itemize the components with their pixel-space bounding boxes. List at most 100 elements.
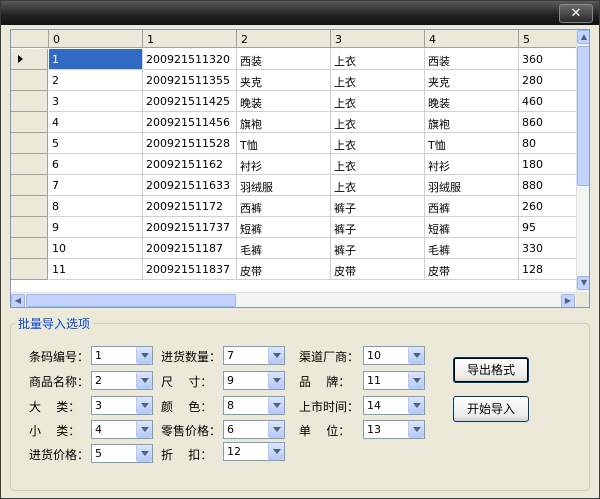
row-header[interactable] (11, 238, 48, 259)
column-header-3[interactable]: 3 (331, 30, 425, 48)
grid-cell[interactable]: 西装 (425, 49, 519, 70)
unit-select[interactable]: 13 (363, 420, 425, 439)
chevron-down-icon[interactable] (408, 421, 424, 438)
grid-cell[interactable]: 6 (49, 154, 143, 175)
grid-cell[interactable]: 860 (519, 112, 579, 133)
row-header[interactable] (11, 175, 48, 196)
grid-cell[interactable]: 毛裤 (425, 238, 519, 259)
chevron-down-icon[interactable] (136, 397, 152, 414)
grid-cell[interactable]: 200921511355 (143, 70, 237, 91)
grid-cell[interactable]: 羽绒服 (425, 175, 519, 196)
brand-select[interactable]: 11 (363, 371, 425, 390)
chevron-down-icon[interactable] (136, 421, 152, 438)
grid-cell[interactable]: 128 (519, 259, 579, 280)
scroll-right-icon[interactable]: ▶ (561, 294, 575, 307)
row-header[interactable] (11, 112, 48, 133)
grid-cell[interactable]: 260 (519, 196, 579, 217)
grid-cell[interactable]: 200921511456 (143, 112, 237, 133)
column-header-2[interactable]: 2 (237, 30, 331, 48)
grid-cell[interactable]: 8 (49, 196, 143, 217)
grid-cell[interactable]: 200921511737 (143, 217, 237, 238)
grid-cell[interactable]: 9 (49, 217, 143, 238)
row-header[interactable] (11, 133, 48, 154)
subcategory-select[interactable]: 4 (91, 420, 153, 439)
chevron-down-icon[interactable] (268, 443, 284, 460)
chevron-down-icon[interactable] (136, 347, 152, 364)
grid-cell[interactable]: 皮带 (331, 259, 425, 280)
column-header-0[interactable]: 0 (49, 30, 143, 48)
supplier-select[interactable]: 10 (363, 346, 425, 365)
grid-cell[interactable]: 280 (519, 70, 579, 91)
grid-cell[interactable]: 衬衫 (425, 154, 519, 175)
grid-cell[interactable]: 毛裤 (237, 238, 331, 259)
color-select[interactable]: 8 (223, 396, 285, 415)
chevron-down-icon[interactable] (136, 372, 152, 389)
grid-cell[interactable]: 裤子 (331, 238, 425, 259)
grid-cell[interactable]: 晚装 (237, 91, 331, 112)
grid-cell[interactable]: 西裤 (237, 196, 331, 217)
grid-cell[interactable]: 200921511633 (143, 175, 237, 196)
grid-cell[interactable]: 200921511425 (143, 91, 237, 112)
chevron-down-icon[interactable] (268, 397, 284, 414)
grid-cell[interactable]: 西装 (237, 49, 331, 70)
retail-price-select[interactable]: 6 (223, 420, 285, 439)
grid-cell[interactable]: 180 (519, 154, 579, 175)
column-header-5[interactable]: 5 (519, 30, 579, 48)
grid-cell[interactable]: 20092151187 (143, 238, 237, 259)
grid-cell[interactable]: 200921511837 (143, 259, 237, 280)
size-select[interactable]: 9 (223, 371, 285, 390)
scroll-left-icon[interactable]: ◀ (11, 294, 25, 307)
scroll-down-icon[interactable]: ▼ (577, 276, 589, 290)
start-import-button[interactable]: 开始导入 (453, 396, 529, 422)
grid-cell[interactable]: 5 (49, 133, 143, 154)
grid-cell[interactable]: 20092151162 (143, 154, 237, 175)
row-header[interactable] (11, 70, 48, 91)
grid-cell[interactable]: 夹克 (237, 70, 331, 91)
grid-cell[interactable]: 3 (49, 91, 143, 112)
row-header[interactable] (11, 259, 48, 280)
grid-cell[interactable]: 旗袍 (237, 112, 331, 133)
horizontal-scrollbar[interactable]: ◀ ▶ (11, 292, 576, 307)
scroll-up-icon[interactable]: ▲ (577, 30, 589, 44)
grid-cell[interactable]: 上衣 (331, 133, 425, 154)
grid-cell[interactable]: 皮带 (425, 259, 519, 280)
grid-cell[interactable]: 95 (519, 217, 579, 238)
grid-cell[interactable]: 2 (49, 70, 143, 91)
data-grid[interactable]: 0 1 2 3 4 5 1 200921511320 西装 上衣 西装 360 2 20092… (10, 29, 590, 308)
grid-cell[interactable]: 裤子 (331, 196, 425, 217)
purchase-qty-select[interactable]: 7 (223, 346, 285, 365)
chevron-down-icon[interactable] (268, 372, 284, 389)
vertical-scrollbar[interactable]: ▲ ▼ (576, 30, 589, 292)
grid-cell[interactable]: 旗袍 (425, 112, 519, 133)
grid-cell[interactable]: 11 (49, 259, 143, 280)
barcode-select[interactable]: 1 (91, 346, 153, 365)
chevron-down-icon[interactable] (408, 347, 424, 364)
purchase-price-select[interactable]: 5 (91, 444, 153, 463)
vertical-scroll-thumb[interactable] (577, 46, 589, 186)
grid-cell[interactable]: 夹克 (425, 70, 519, 91)
row-header[interactable] (11, 217, 48, 238)
grid-cell[interactable]: 皮带 (237, 259, 331, 280)
chevron-down-icon[interactable] (268, 347, 284, 364)
export-format-button[interactable]: 导出格式 (453, 357, 529, 383)
grid-cell[interactable]: 上衣 (331, 70, 425, 91)
product-name-select[interactable]: 2 (91, 371, 153, 390)
chevron-down-icon[interactable] (136, 445, 152, 462)
column-header-4[interactable]: 4 (425, 30, 519, 48)
grid-cell[interactable]: 上衣 (331, 154, 425, 175)
grid-cell[interactable]: 80 (519, 133, 579, 154)
row-header[interactable] (11, 91, 48, 112)
grid-cell[interactable]: 晚装 (425, 91, 519, 112)
grid-cell[interactable]: 上衣 (331, 91, 425, 112)
grid-cell[interactable]: 短裤 (425, 217, 519, 238)
grid-cell[interactable]: 短裤 (237, 217, 331, 238)
grid-cell[interactable]: 上衣 (331, 175, 425, 196)
grid-cell[interactable]: 西裤 (425, 196, 519, 217)
row-header[interactable] (11, 154, 48, 175)
grid-cell[interactable]: 460 (519, 91, 579, 112)
grid-cell[interactable]: 7 (49, 175, 143, 196)
chevron-down-icon[interactable] (408, 372, 424, 389)
grid-cell[interactable]: 衬衫 (237, 154, 331, 175)
grid-cell[interactable]: 20092151172 (143, 196, 237, 217)
row-header[interactable] (11, 196, 48, 217)
